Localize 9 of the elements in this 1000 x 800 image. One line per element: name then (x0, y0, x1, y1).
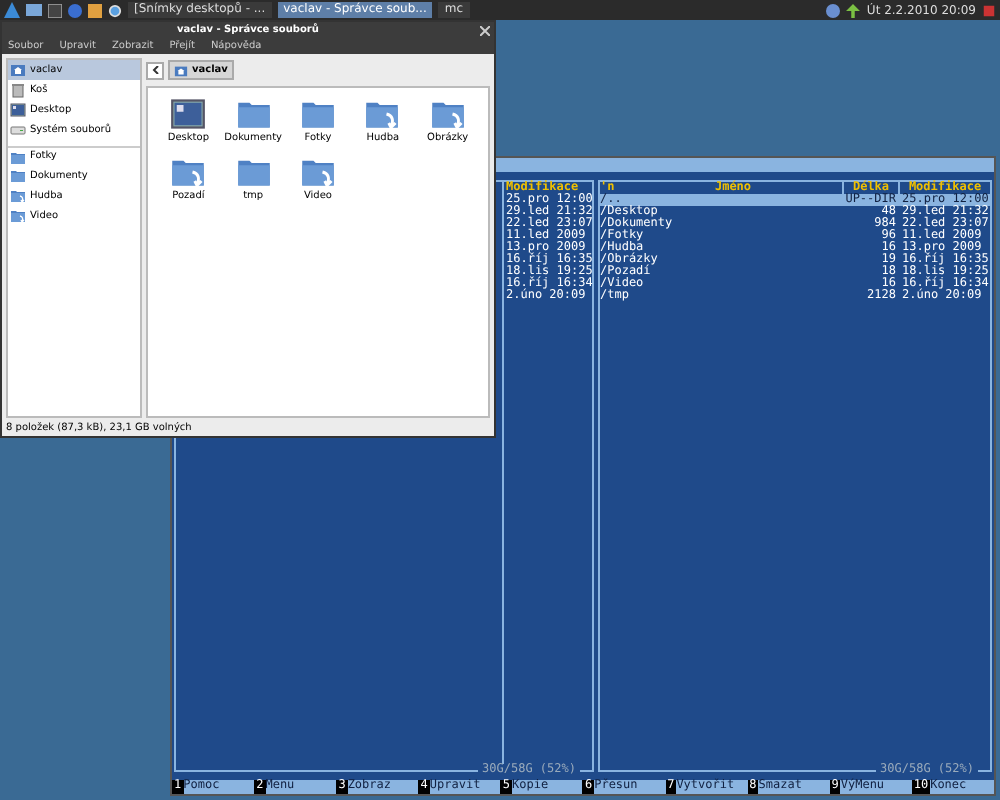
desktop-icon (10, 102, 26, 118)
home-folder-icon (174, 63, 188, 77)
folder-icon (10, 168, 26, 184)
folder-icon (10, 149, 26, 165)
desktop-icon (170, 96, 207, 132)
update-icon[interactable] (846, 3, 861, 17)
drive-icon (10, 122, 26, 138)
back-button[interactable] (146, 61, 164, 79)
close-icon[interactable] (480, 25, 490, 35)
